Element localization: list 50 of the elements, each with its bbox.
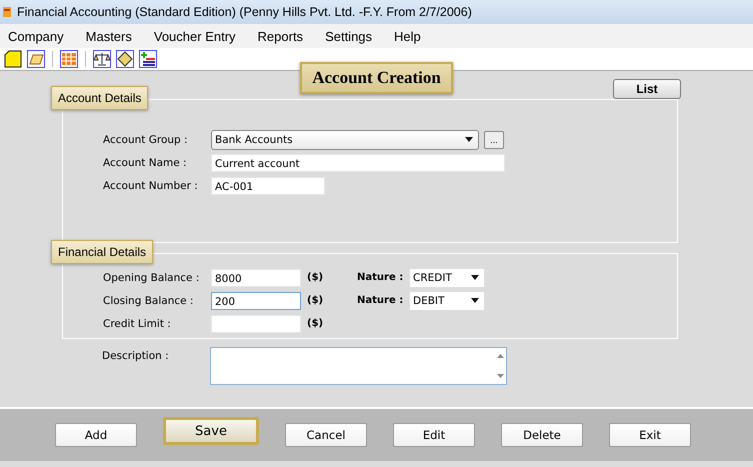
- field-label: Description :: [102, 350, 170, 364]
- amount-field[interactable]: [211, 314, 301, 332]
- currency-label: ($): [307, 295, 324, 306]
- menu-item[interactable]: Masters: [86, 28, 132, 44]
- app-icon: [2, 5, 12, 19]
- currency-label: ($): [307, 318, 324, 329]
- dropdown-arrow-icon: [471, 298, 479, 303]
- currency-label: ($): [307, 272, 324, 283]
- menu-item[interactable]: Settings: [325, 28, 372, 44]
- scroll-down-icon[interactable]: [496, 374, 504, 378]
- action-button[interactable]: Delete: [501, 423, 583, 447]
- dropdown-arrow-icon: [471, 275, 479, 280]
- description-field[interactable]: [210, 347, 507, 385]
- add-list-icon[interactable]: [139, 50, 157, 68]
- account-number-field[interactable]: AC-001: [211, 176, 325, 194]
- screen-heading: Account Creation: [300, 62, 453, 94]
- field-label: Opening Balance :: [103, 272, 200, 284]
- field-label: Account Number :: [103, 180, 199, 192]
- account-group-dropdown[interactable]: Bank Accounts: [211, 130, 479, 150]
- scroll-up-icon[interactable]: [496, 354, 504, 358]
- amount-field[interactable]: 200: [211, 292, 301, 310]
- field-label: Nature :: [357, 295, 404, 306]
- list-button[interactable]: List: [613, 79, 681, 99]
- nature-dropdown[interactable]: DEBIT: [409, 290, 485, 310]
- field-label: Nature :: [357, 272, 404, 283]
- amount-field[interactable]: 8000: [211, 268, 301, 286]
- menu-item[interactable]: Company: [8, 28, 64, 44]
- section-title: Financial Details: [51, 240, 154, 264]
- new-document-icon[interactable]: [4, 50, 22, 68]
- scales-icon[interactable]: [93, 50, 111, 68]
- action-button[interactable]: Cancel: [285, 423, 367, 447]
- nature-dropdown[interactable]: CREDIT: [409, 268, 485, 288]
- dropdown-arrow-icon: [465, 137, 473, 142]
- diamond-icon[interactable]: [116, 50, 134, 68]
- action-button[interactable]: Add: [55, 423, 137, 447]
- field-label: Account Name :: [103, 156, 188, 168]
- menu-item[interactable]: Reports: [258, 28, 304, 44]
- field-label: Credit Limit :: [103, 318, 172, 330]
- menu-item[interactable]: Help: [394, 28, 421, 44]
- section-title: Account Details: [51, 86, 148, 110]
- action-button[interactable]: Exit: [609, 423, 691, 447]
- window-title: Financial Accounting (Standard Edition) (Penny Hills Pvt. Ltd. -F.Y. From 2/7/2006): [17, 5, 472, 19]
- table-icon[interactable]: [60, 50, 78, 68]
- field-label: Closing Balance :: [103, 294, 194, 306]
- field-label: Account Group :: [103, 134, 189, 146]
- browse-button[interactable]: ...: [484, 130, 504, 148]
- action-button[interactable]: Save: [163, 417, 259, 445]
- account-name-field[interactable]: Current account: [211, 154, 505, 172]
- action-button[interactable]: Edit: [393, 423, 475, 447]
- menu-item[interactable]: Voucher Entry: [154, 28, 236, 44]
